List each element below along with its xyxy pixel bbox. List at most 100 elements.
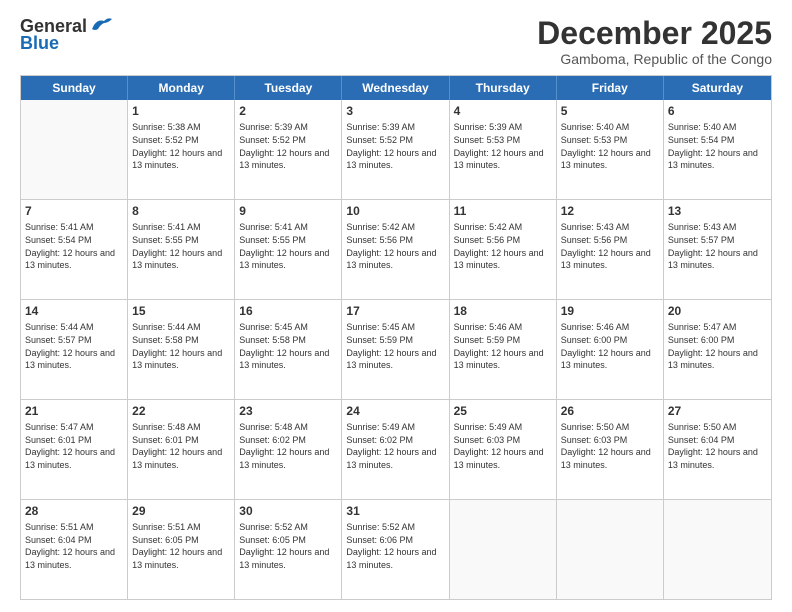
calendar-body: 1Sunrise: 5:38 AM Sunset: 5:52 PM Daylig… bbox=[21, 100, 771, 599]
day-info: Sunrise: 5:41 AM Sunset: 5:54 PM Dayligh… bbox=[25, 221, 123, 271]
calendar-day-cell: 10 Sunrise: 5:42 AM Sunset: 5:56 PM Dayli… bbox=[342, 200, 449, 299]
day-number: 17 bbox=[346, 303, 444, 319]
calendar-title: December 2025 bbox=[537, 16, 772, 51]
calendar-day-cell bbox=[664, 500, 771, 599]
day-info: Sunrise: 5:42 AM Sunset: 5:56 PM Dayligh… bbox=[454, 221, 552, 271]
calendar-day-cell: 5 Sunrise: 5:40 AM Sunset: 5:53 PM Daylig… bbox=[557, 100, 664, 199]
day-info: Sunrise: 5:45 AM Sunset: 5:58 PM Dayligh… bbox=[239, 321, 337, 371]
calendar-day-cell: 3 Sunrise: 5:39 AM Sunset: 5:52 PM Daylig… bbox=[342, 100, 449, 199]
calendar-day-cell: 24 Sunrise: 5:49 AM Sunset: 6:02 PM Dayli… bbox=[342, 400, 449, 499]
day-number: 7 bbox=[25, 203, 123, 219]
day-info: Sunrise: 5:51 AM Sunset: 6:04 PM Dayligh… bbox=[25, 521, 123, 571]
weekday-header: Monday bbox=[128, 76, 235, 100]
day-number: 27 bbox=[668, 403, 767, 419]
day-info: Sunrise: 5:44 AM Sunset: 5:57 PM Dayligh… bbox=[25, 321, 123, 371]
calendar-week: 28 Sunrise: 5:51 AM Sunset: 6:04 PM Dayli… bbox=[21, 500, 771, 599]
day-number: 19 bbox=[561, 303, 659, 319]
calendar-day-cell: 9Sunrise: 5:41 AM Sunset: 5:55 PM Daylig… bbox=[235, 200, 342, 299]
calendar-day-cell: 14 Sunrise: 5:44 AM Sunset: 5:57 PM Dayli… bbox=[21, 300, 128, 399]
day-info: Sunrise: 5:47 AM Sunset: 6:00 PM Dayligh… bbox=[668, 321, 767, 371]
day-number: 12 bbox=[561, 203, 659, 219]
weekday-header: Tuesday bbox=[235, 76, 342, 100]
calendar-day-cell: 17Sunrise: 5:45 AM Sunset: 5:59 PM Dayli… bbox=[342, 300, 449, 399]
day-number: 13 bbox=[668, 203, 767, 219]
calendar-day-cell: 27 Sunrise: 5:50 AM Sunset: 6:04 PM Dayli… bbox=[664, 400, 771, 499]
calendar-day-cell: 2Sunrise: 5:39 AM Sunset: 5:52 PM Daylig… bbox=[235, 100, 342, 199]
day-number: 18 bbox=[454, 303, 552, 319]
day-info: Sunrise: 5:49 AM Sunset: 6:03 PM Dayligh… bbox=[454, 421, 552, 471]
calendar-day-cell: 28 Sunrise: 5:51 AM Sunset: 6:04 PM Dayli… bbox=[21, 500, 128, 599]
calendar-day-cell bbox=[450, 500, 557, 599]
day-number: 10 bbox=[346, 203, 444, 219]
calendar-day-cell: 19 Sunrise: 5:46 AM Sunset: 6:00 PM Dayli… bbox=[557, 300, 664, 399]
day-number: 11 bbox=[454, 203, 552, 219]
day-number: 28 bbox=[25, 503, 123, 519]
day-info: Sunrise: 5:42 AM Sunset: 5:56 PM Dayligh… bbox=[346, 221, 444, 271]
day-info: Sunrise: 5:44 AM Sunset: 5:58 PM Dayligh… bbox=[132, 321, 230, 371]
day-number: 25 bbox=[454, 403, 552, 419]
day-info: Sunrise: 5:46 AM Sunset: 6:00 PM Dayligh… bbox=[561, 321, 659, 371]
calendar-day-cell: 7 Sunrise: 5:41 AM Sunset: 5:54 PM Daylig… bbox=[21, 200, 128, 299]
day-info: Sunrise: 5:50 AM Sunset: 6:04 PM Dayligh… bbox=[668, 421, 767, 471]
calendar-day-cell: 31 Sunrise: 5:52 AM Sunset: 6:06 PM Dayli… bbox=[342, 500, 449, 599]
day-info: Sunrise: 5:43 AM Sunset: 5:56 PM Dayligh… bbox=[561, 221, 659, 271]
day-number: 2 bbox=[239, 103, 337, 119]
day-info: Sunrise: 5:52 AM Sunset: 6:05 PM Dayligh… bbox=[239, 521, 337, 571]
calendar-day-cell: 15 Sunrise: 5:44 AM Sunset: 5:58 PM Dayli… bbox=[128, 300, 235, 399]
day-number: 3 bbox=[346, 103, 444, 119]
day-number: 31 bbox=[346, 503, 444, 519]
logo-blue: Blue bbox=[20, 33, 59, 54]
day-info: Sunrise: 5:50 AM Sunset: 6:03 PM Dayligh… bbox=[561, 421, 659, 471]
page: General Blue December 2025 Gamboma, Repu… bbox=[0, 0, 792, 612]
calendar-day-cell bbox=[21, 100, 128, 199]
day-info: Sunrise: 5:39 AM Sunset: 5:52 PM Dayligh… bbox=[346, 121, 444, 171]
day-number: 1 bbox=[132, 103, 230, 119]
day-number: 9 bbox=[239, 203, 337, 219]
day-info: Sunrise: 5:40 AM Sunset: 5:54 PM Dayligh… bbox=[668, 121, 767, 171]
day-number: 22 bbox=[132, 403, 230, 419]
calendar-day-cell bbox=[557, 500, 664, 599]
day-number: 15 bbox=[132, 303, 230, 319]
logo-bird-icon bbox=[90, 17, 112, 33]
calendar-day-cell: 16 Sunrise: 5:45 AM Sunset: 5:58 PM Dayli… bbox=[235, 300, 342, 399]
day-info: Sunrise: 5:39 AM Sunset: 5:53 PM Dayligh… bbox=[454, 121, 552, 171]
calendar-week: 7 Sunrise: 5:41 AM Sunset: 5:54 PM Daylig… bbox=[21, 200, 771, 300]
day-number: 6 bbox=[668, 103, 767, 119]
calendar-day-cell: 11 Sunrise: 5:42 AM Sunset: 5:56 PM Dayli… bbox=[450, 200, 557, 299]
calendar-day-cell: 21 Sunrise: 5:47 AM Sunset: 6:01 PM Dayli… bbox=[21, 400, 128, 499]
calendar-day-cell: 8Sunrise: 5:41 AM Sunset: 5:55 PM Daylig… bbox=[128, 200, 235, 299]
calendar-header: SundayMondayTuesdayWednesdayThursdayFrid… bbox=[21, 76, 771, 100]
weekday-header: Wednesday bbox=[342, 76, 449, 100]
calendar-subtitle: Gamboma, Republic of the Congo bbox=[537, 51, 772, 67]
day-info: Sunrise: 5:49 AM Sunset: 6:02 PM Dayligh… bbox=[346, 421, 444, 471]
calendar-day-cell: 4 Sunrise: 5:39 AM Sunset: 5:53 PM Daylig… bbox=[450, 100, 557, 199]
day-number: 24 bbox=[346, 403, 444, 419]
day-number: 30 bbox=[239, 503, 337, 519]
day-number: 5 bbox=[561, 103, 659, 119]
day-info: Sunrise: 5:41 AM Sunset: 5:55 PM Dayligh… bbox=[132, 221, 230, 271]
calendar-day-cell: 6 Sunrise: 5:40 AM Sunset: 5:54 PM Daylig… bbox=[664, 100, 771, 199]
calendar-day-cell: 22 Sunrise: 5:48 AM Sunset: 6:01 PM Dayli… bbox=[128, 400, 235, 499]
day-number: 21 bbox=[25, 403, 123, 419]
day-number: 4 bbox=[454, 103, 552, 119]
day-info: Sunrise: 5:40 AM Sunset: 5:53 PM Dayligh… bbox=[561, 121, 659, 171]
calendar-day-cell: 29Sunrise: 5:51 AM Sunset: 6:05 PM Dayli… bbox=[128, 500, 235, 599]
calendar-day-cell: 26 Sunrise: 5:50 AM Sunset: 6:03 PM Dayli… bbox=[557, 400, 664, 499]
day-number: 26 bbox=[561, 403, 659, 419]
title-block: December 2025 Gamboma, Republic of the C… bbox=[537, 16, 772, 67]
day-info: Sunrise: 5:48 AM Sunset: 6:01 PM Dayligh… bbox=[132, 421, 230, 471]
day-number: 16 bbox=[239, 303, 337, 319]
calendar: SundayMondayTuesdayWednesdayThursdayFrid… bbox=[20, 75, 772, 600]
logo: General Blue bbox=[20, 16, 112, 54]
calendar-day-cell: 23Sunrise: 5:48 AM Sunset: 6:02 PM Dayli… bbox=[235, 400, 342, 499]
calendar-day-cell: 20 Sunrise: 5:47 AM Sunset: 6:00 PM Dayli… bbox=[664, 300, 771, 399]
day-number: 14 bbox=[25, 303, 123, 319]
header: General Blue December 2025 Gamboma, Repu… bbox=[20, 16, 772, 67]
day-info: Sunrise: 5:46 AM Sunset: 5:59 PM Dayligh… bbox=[454, 321, 552, 371]
day-info: Sunrise: 5:47 AM Sunset: 6:01 PM Dayligh… bbox=[25, 421, 123, 471]
calendar-day-cell: 12 Sunrise: 5:43 AM Sunset: 5:56 PM Dayli… bbox=[557, 200, 664, 299]
day-number: 20 bbox=[668, 303, 767, 319]
day-info: Sunrise: 5:48 AM Sunset: 6:02 PM Dayligh… bbox=[239, 421, 337, 471]
calendar-day-cell: 25 Sunrise: 5:49 AM Sunset: 6:03 PM Dayli… bbox=[450, 400, 557, 499]
day-info: Sunrise: 5:52 AM Sunset: 6:06 PM Dayligh… bbox=[346, 521, 444, 571]
